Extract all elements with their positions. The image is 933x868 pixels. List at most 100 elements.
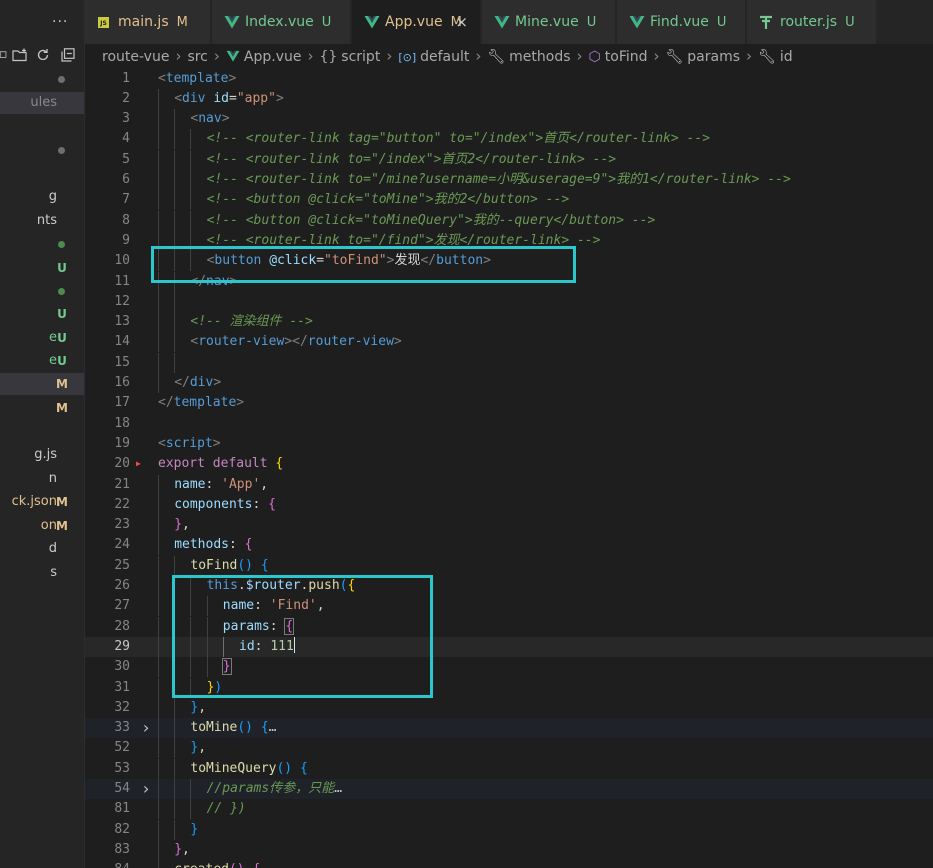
file-tree-item[interactable]: M bbox=[0, 397, 84, 419]
code-line[interactable]: 14 <router-view></router-view> bbox=[85, 332, 933, 353]
code-line[interactable]: 29 id: 111 bbox=[85, 636, 933, 657]
code-line[interactable]: 15 bbox=[85, 352, 933, 373]
file-tree-item[interactable]: M bbox=[0, 373, 84, 395]
file-tree-item[interactable] bbox=[0, 420, 84, 442]
code-line[interactable]: 53 toMineQuery() { bbox=[85, 758, 933, 779]
indent-guide bbox=[174, 190, 176, 211]
file-tree-item[interactable]: on M bbox=[0, 515, 84, 537]
code-line[interactable]: 22 components: { bbox=[85, 494, 933, 515]
code-line[interactable]: 54 › //params传参，只能… bbox=[85, 779, 933, 799]
indent-guide bbox=[174, 738, 176, 759]
file-tree-item[interactable] bbox=[0, 116, 84, 138]
file-tree-item[interactable]: U bbox=[0, 257, 84, 279]
tab-router-js[interactable]: router.js U bbox=[747, 0, 877, 44]
file-tree-item[interactable]: eU bbox=[0, 327, 84, 349]
code-line[interactable]: 12 bbox=[85, 291, 933, 312]
tab-main-js[interactable]: JS main.js M bbox=[85, 0, 211, 44]
code-line[interactable]: 6 <!-- <router-link to="/mine?username=小明… bbox=[85, 170, 933, 190]
code-token: { bbox=[347, 578, 356, 593]
code-line[interactable]: 2 <div id="app"> bbox=[85, 88, 933, 109]
file-tree-item[interactable]: n bbox=[0, 468, 84, 490]
file-tree-item[interactable]: s bbox=[0, 562, 84, 584]
refresh-icon[interactable] bbox=[36, 48, 50, 62]
file-tree-item[interactable]: d bbox=[0, 538, 84, 560]
file-tree-item[interactable]: nts bbox=[0, 210, 84, 232]
chevron-right-icon[interactable]: › bbox=[140, 779, 152, 799]
breadcrumb-item[interactable]: ⬡ toFind bbox=[589, 49, 648, 65]
code-line[interactable]: 81 // }) bbox=[85, 799, 933, 820]
code-line[interactable]: 7 <!-- <button @click="toMine">我的2</butto… bbox=[85, 190, 933, 211]
close-icon[interactable]: × bbox=[455, 0, 468, 44]
code-line[interactable]: 25 toFind() { bbox=[85, 555, 933, 576]
code-text: </template> bbox=[158, 393, 244, 413]
code-line[interactable]: 21 name: 'App', bbox=[85, 474, 933, 495]
code-line[interactable]: 16 </div> bbox=[85, 373, 933, 393]
code-line[interactable]: 82} bbox=[85, 819, 933, 840]
file-tree-item[interactable]: g.js bbox=[0, 444, 84, 466]
code-line[interactable]: 23}, bbox=[85, 515, 933, 536]
file-tree-item[interactable]: ules bbox=[0, 92, 84, 114]
code-line[interactable]: 3 <nav> bbox=[85, 109, 933, 130]
code-line[interactable]: 31}) bbox=[85, 677, 933, 698]
breadcrumb-item[interactable]: src bbox=[187, 49, 207, 65]
file-tree-item[interactable] bbox=[0, 139, 84, 161]
code-token: > bbox=[275, 90, 284, 106]
new-file-icon[interactable]: ▫ bbox=[0, 48, 10, 62]
code-editor[interactable]: 1 <template> 2 <div id="app"> 3 <nav> 4 <!-- <r… bbox=[85, 68, 933, 868]
code-token: </ bbox=[190, 273, 207, 289]
breadcrumb-item[interactable]: [⊙] default bbox=[398, 49, 469, 65]
code-line[interactable]: 32}, bbox=[85, 697, 933, 718]
code-line[interactable]: 84 created() { bbox=[85, 860, 933, 868]
new-folder-icon[interactable] bbox=[12, 48, 27, 62]
tab-filename: Find.vue bbox=[650, 14, 709, 30]
breadcrumb-item[interactable]: route-vue bbox=[102, 49, 169, 65]
file-tree-item[interactable]: U bbox=[0, 303, 84, 325]
code-line[interactable]: 5 <!-- <router-link to="/index">首页2</rout… bbox=[85, 149, 933, 170]
code-line[interactable]: 83}, bbox=[85, 839, 933, 860]
tab-app-vue[interactable]: App.vue M × bbox=[352, 0, 481, 44]
breadcrumb-item[interactable]: {} script bbox=[319, 49, 380, 65]
breadcrumb-item[interactable]: 🔧︎ params bbox=[666, 49, 741, 65]
chevron-right-icon[interactable]: › bbox=[140, 718, 152, 738]
tab-mine-vue[interactable]: Mine.vue U bbox=[482, 0, 616, 44]
breadcrumb-item[interactable]: 🔧︎ methods bbox=[487, 49, 570, 65]
breadcrumb-label: src bbox=[187, 49, 208, 65]
code-line[interactable]: 30} bbox=[85, 657, 933, 678]
indent-guide bbox=[174, 596, 176, 617]
file-tree-item[interactable] bbox=[0, 233, 84, 255]
breadcrumb-item[interactable]: App.vue bbox=[226, 49, 301, 65]
code-line[interactable]: 4 <!-- <router-link tag="button" to="/ind… bbox=[85, 129, 933, 150]
file-tree-item[interactable]: ck.json M bbox=[0, 491, 84, 513]
file-tree-item[interactable]: g bbox=[0, 186, 84, 208]
code-line[interactable]: 28 params: { bbox=[85, 616, 933, 637]
code-line[interactable]: 13 <!-- 渲染组件 --> bbox=[85, 312, 933, 333]
file-tree-item-label: on bbox=[40, 518, 57, 533]
code-line[interactable]: 1 <template> bbox=[85, 69, 933, 89]
code-line[interactable]: 33 › toMine() {… bbox=[85, 718, 933, 739]
file-tree-item[interactable]: eU bbox=[0, 350, 84, 372]
file-tree-item[interactable] bbox=[0, 280, 84, 302]
more-actions-button[interactable]: ··· bbox=[52, 14, 68, 30]
tab-find-vue[interactable]: Find.vue U bbox=[617, 0, 746, 44]
code-token: </ bbox=[420, 253, 437, 269]
code-line[interactable]: 19 <script> bbox=[85, 434, 933, 454]
code-line[interactable]: 52}, bbox=[85, 738, 933, 759]
code-token: = bbox=[316, 253, 325, 269]
code-line[interactable]: 8 <!-- <button @click="toMineQuery">我的--q… bbox=[85, 210, 933, 231]
file-tree-item[interactable] bbox=[0, 163, 84, 185]
code-line[interactable]: 10 <button @click="toFind">发现</button> bbox=[85, 251, 933, 272]
code-line[interactable]: 24 methods: { bbox=[85, 535, 933, 556]
code-line[interactable]: 18 bbox=[85, 414, 933, 434]
code-line[interactable]: 27 name: 'Find', bbox=[85, 596, 933, 617]
breadcrumb-item[interactable]: 🔧︎ id bbox=[758, 49, 793, 65]
code-line[interactable]: 11 </nav> bbox=[85, 271, 933, 292]
file-tree-item[interactable] bbox=[0, 68, 84, 90]
line-number: 22 bbox=[114, 496, 130, 512]
code-line[interactable]: 26 this.$router.push({ bbox=[85, 576, 933, 596]
code-line[interactable]: 20 ▶ export default { bbox=[85, 454, 933, 474]
code-line[interactable]: 9 <!-- <router-link to="/find">发现</router… bbox=[85, 230, 933, 251]
code-line[interactable]: 17 </template> bbox=[85, 393, 933, 413]
tab-index-vue[interactable]: Index.vue U bbox=[212, 0, 351, 44]
collapse-all-icon[interactable] bbox=[61, 48, 75, 62]
folder-status-dot bbox=[58, 147, 65, 154]
